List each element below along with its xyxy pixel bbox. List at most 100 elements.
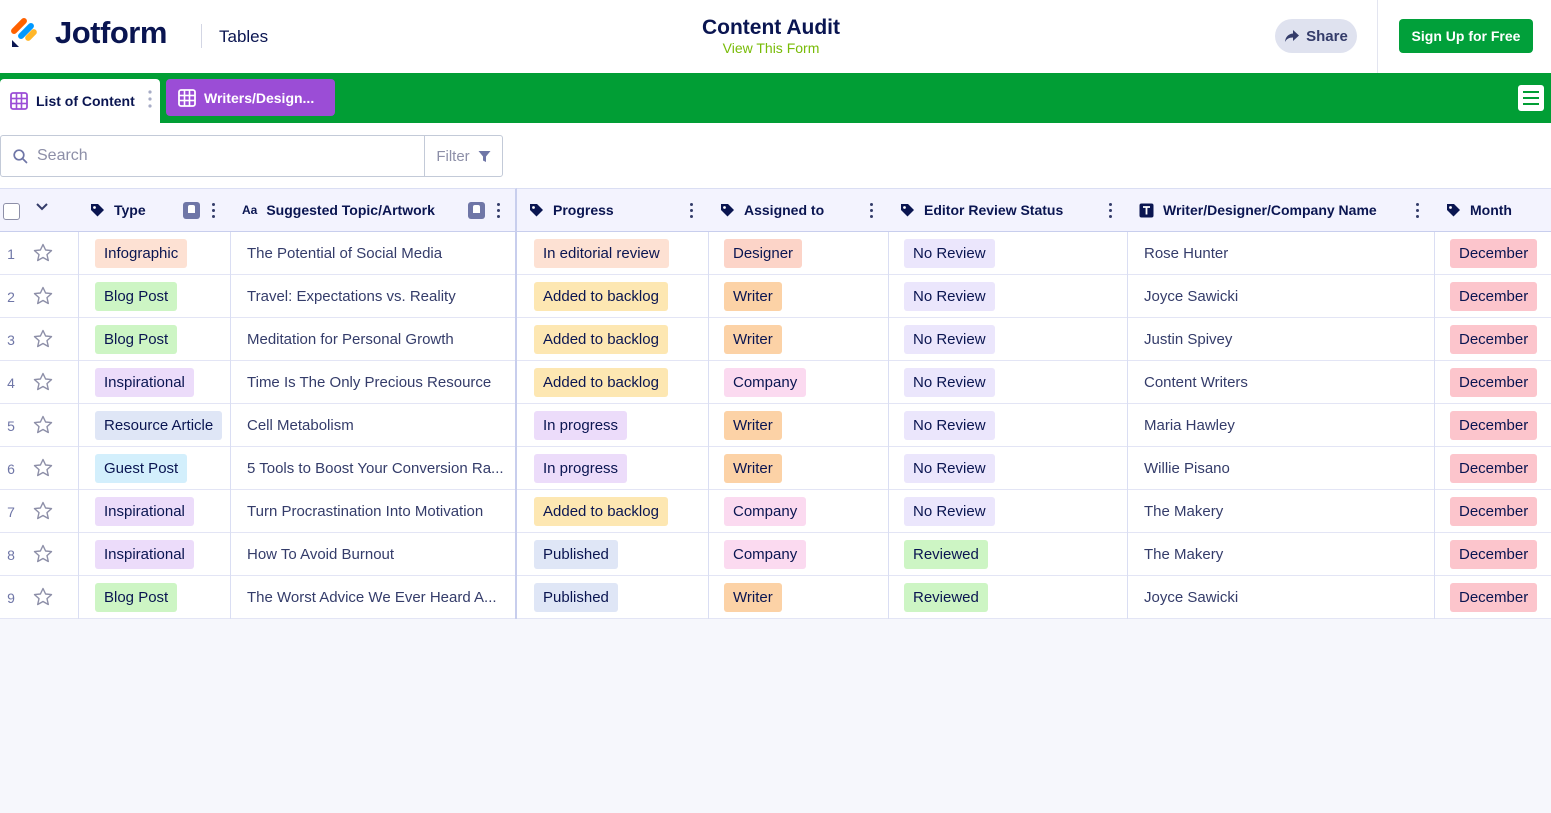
column-header-assigned[interactable]: Assigned to [708, 188, 888, 232]
cell-progress[interactable]: Added to backlog [517, 361, 708, 403]
star-icon[interactable] [33, 286, 53, 306]
cell-month[interactable]: December [1434, 275, 1551, 317]
cell-progress[interactable]: In progress [517, 447, 708, 489]
cell-month[interactable]: December [1434, 447, 1551, 489]
cell-name[interactable]: The Makery [1127, 533, 1434, 575]
share-button[interactable]: Share [1275, 19, 1357, 53]
cell-assigned[interactable]: Company [708, 490, 888, 532]
cell-assigned[interactable]: Company [708, 533, 888, 575]
chevron-down-icon[interactable] [36, 203, 48, 211]
cell-month[interactable]: December [1434, 576, 1551, 618]
cell-review[interactable]: No Review [888, 275, 1127, 317]
cell-review[interactable]: Reviewed [888, 576, 1127, 618]
column-menu-icon[interactable] [1109, 203, 1113, 218]
star-icon[interactable] [33, 544, 53, 564]
cell-progress[interactable]: Added to backlog [517, 318, 708, 360]
cell-assigned[interactable]: Writer [708, 447, 888, 489]
column-menu-icon[interactable] [212, 203, 216, 218]
filter-button[interactable]: Filter [424, 135, 503, 177]
table-row[interactable]: 4 Inspirational Time Is The Only Precious … [0, 361, 1551, 404]
cell-month[interactable]: December [1434, 490, 1551, 532]
cell-topic[interactable]: The Potential of Social Media [230, 232, 517, 274]
cell-topic[interactable]: Travel: Expectations vs. Reality [230, 275, 517, 317]
star-icon[interactable] [33, 329, 53, 349]
cell-topic[interactable]: Cell Metabolism [230, 404, 517, 446]
tab-list-of-content[interactable]: List of Content [0, 79, 160, 123]
tab-writers-designers[interactable]: Writers/Design... [166, 79, 335, 116]
cell-topic[interactable]: 5 Tools to Boost Your Conversion Ra... [230, 447, 517, 489]
column-menu-icon[interactable] [1416, 203, 1420, 218]
search-input[interactable] [37, 144, 417, 168]
cell-topic[interactable]: Turn Procrastination Into Motivation [230, 490, 517, 532]
star-icon[interactable] [33, 415, 53, 435]
cell-progress[interactable]: Added to backlog [517, 490, 708, 532]
cell-month[interactable]: December [1434, 404, 1551, 446]
cell-topic[interactable]: How To Avoid Burnout [230, 533, 517, 575]
cell-month[interactable]: December [1434, 232, 1551, 274]
cell-review[interactable]: No Review [888, 447, 1127, 489]
tab-more-icon[interactable] [148, 90, 152, 108]
cell-review[interactable]: No Review [888, 361, 1127, 403]
cell-assigned[interactable]: Writer [708, 318, 888, 360]
cell-name[interactable]: Rose Hunter [1127, 232, 1434, 274]
cell-progress[interactable]: Published [517, 576, 708, 618]
cell-name[interactable]: Maria Hawley [1127, 404, 1434, 446]
column-header-type[interactable]: Type [78, 188, 230, 232]
sign-up-button[interactable]: Sign Up for Free [1399, 19, 1533, 53]
cell-name[interactable]: Justin Spivey [1127, 318, 1434, 360]
column-header-name[interactable]: Writer/Designer/Company Name [1127, 188, 1434, 232]
cell-review[interactable]: No Review [888, 318, 1127, 360]
star-icon[interactable] [33, 243, 53, 263]
column-header-month[interactable]: Month [1434, 188, 1551, 232]
cell-assigned[interactable]: Writer [708, 275, 888, 317]
cell-name[interactable]: Willie Pisano [1127, 447, 1434, 489]
column-header-topic[interactable]: Aa Suggested Topic/Artwork [230, 188, 517, 232]
star-icon[interactable] [33, 587, 53, 607]
table-row[interactable]: 1 Infographic The Potential of Social Medi… [0, 232, 1551, 275]
cell-review[interactable]: No Review [888, 490, 1127, 532]
star-icon[interactable] [33, 501, 53, 521]
cell-type[interactable]: Guest Post [78, 447, 230, 489]
cell-review[interactable]: No Review [888, 232, 1127, 274]
cell-progress[interactable]: Published [517, 533, 708, 575]
column-menu-icon[interactable] [690, 203, 694, 218]
cell-topic[interactable]: Meditation for Personal Growth [230, 318, 517, 360]
cell-assigned[interactable]: Designer [708, 232, 888, 274]
cell-month[interactable]: December [1434, 318, 1551, 360]
cell-review[interactable]: No Review [888, 404, 1127, 446]
cell-type[interactable]: Blog Post [78, 576, 230, 618]
cell-type[interactable]: Resource Article [78, 404, 230, 446]
cell-type[interactable]: Inspirational [78, 361, 230, 403]
cell-review[interactable]: Reviewed [888, 533, 1127, 575]
table-row[interactable]: 3 Blog Post Meditation for Personal Growth… [0, 318, 1551, 361]
cell-type[interactable]: Infographic [78, 232, 230, 274]
column-menu-icon[interactable] [870, 203, 874, 218]
column-header-review[interactable]: Editor Review Status [888, 188, 1127, 232]
cell-progress[interactable]: In progress [517, 404, 708, 446]
star-icon[interactable] [33, 458, 53, 478]
table-row[interactable]: 6 Guest Post 5 Tools to Boost Your Convers… [0, 447, 1551, 490]
cell-type[interactable]: Inspirational [78, 533, 230, 575]
table-row[interactable]: 5 Resource Article Cell Metabolism In progr… [0, 404, 1551, 447]
pin-icon[interactable] [468, 202, 485, 219]
cell-assigned[interactable]: Writer [708, 576, 888, 618]
cell-type[interactable]: Inspirational [78, 490, 230, 532]
cell-topic[interactable]: The Worst Advice We Ever Heard A... [230, 576, 517, 618]
table-row[interactable]: 9 Blog Post The Worst Advice We Ever Heard… [0, 576, 1551, 619]
select-all-checkbox[interactable] [3, 203, 20, 220]
pin-icon[interactable] [183, 202, 200, 219]
cell-progress[interactable]: Added to backlog [517, 275, 708, 317]
cell-month[interactable]: December [1434, 533, 1551, 575]
table-row[interactable]: 7 Inspirational Turn Procrastination Into … [0, 490, 1551, 533]
table-row[interactable]: 8 Inspirational How To Avoid Burnout Publis… [0, 533, 1551, 576]
cell-assigned[interactable]: Writer [708, 404, 888, 446]
hamburger-menu-icon[interactable] [1518, 85, 1544, 111]
star-icon[interactable] [33, 372, 53, 392]
cell-progress[interactable]: In editorial review [517, 232, 708, 274]
cell-topic[interactable]: Time Is The Only Precious Resource [230, 361, 517, 403]
cell-type[interactable]: Blog Post [78, 275, 230, 317]
table-row[interactable]: 2 Blog Post Travel: Expectations vs. Reali… [0, 275, 1551, 318]
cell-name[interactable]: Content Writers [1127, 361, 1434, 403]
cell-type[interactable]: Blog Post [78, 318, 230, 360]
cell-name[interactable]: Joyce Sawicki [1127, 576, 1434, 618]
